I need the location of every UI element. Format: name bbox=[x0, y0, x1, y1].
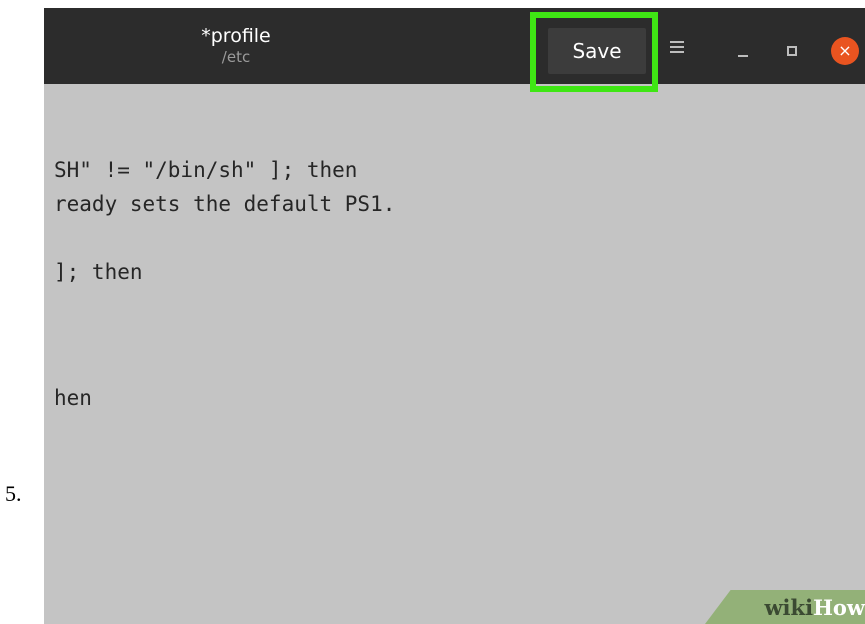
header-bar: *profile /etc Save × bbox=[44, 8, 865, 92]
title-block: *profile /etc bbox=[136, 24, 336, 67]
maximize-icon[interactable] bbox=[787, 46, 797, 56]
text-editor-window: *profile /etc Save × SH" != "/bin/sh" ];… bbox=[44, 8, 865, 624]
save-button[interactable]: Save bbox=[548, 28, 646, 74]
code-line: hen bbox=[54, 386, 92, 410]
step-number: 5. bbox=[5, 481, 22, 506]
text-editor-area[interactable]: SH" != "/bin/sh" ]; then ready sets the … bbox=[44, 84, 865, 624]
wikihow-watermark: wikiHow bbox=[695, 584, 865, 624]
close-icon[interactable]: × bbox=[831, 37, 859, 65]
watermark-how: How bbox=[813, 595, 865, 620]
hamburger-menu-icon[interactable] bbox=[670, 41, 686, 55]
code-line: ]; then bbox=[54, 260, 143, 284]
minimize-icon[interactable] bbox=[738, 55, 748, 57]
window-title: *profile bbox=[201, 25, 271, 47]
code-line: SH" != "/bin/sh" ]; then bbox=[54, 158, 358, 182]
code-line: ready sets the default PS1. bbox=[54, 192, 396, 216]
watermark-wiki: wiki bbox=[764, 595, 814, 620]
window-subtitle: /etc bbox=[221, 48, 251, 66]
watermark-text: wikiHow bbox=[735, 595, 865, 620]
